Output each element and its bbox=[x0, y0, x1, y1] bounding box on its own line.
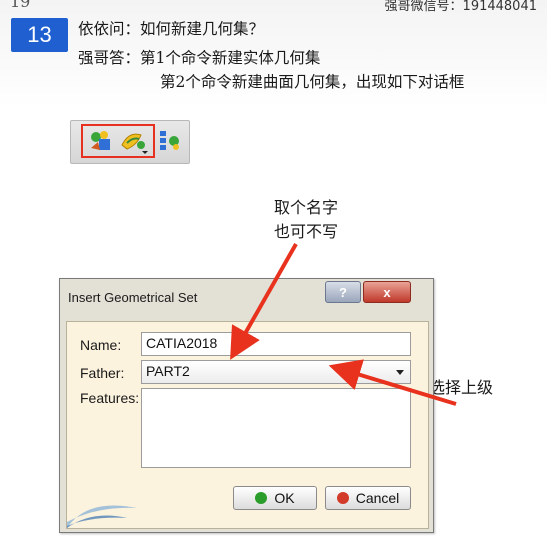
chevron-down-icon bbox=[396, 370, 404, 375]
features-list[interactable] bbox=[141, 388, 411, 468]
cancel-label: Cancel bbox=[355, 490, 400, 506]
ok-icon bbox=[255, 492, 268, 504]
question-text: 依依问：如何新建几何集？ bbox=[78, 20, 265, 38]
answer-line-1: 强哥答：第1个命令新建实体几何集 bbox=[78, 49, 321, 67]
father-dropdown[interactable]: PART2 bbox=[141, 360, 411, 384]
top-mark: 19 bbox=[10, 0, 31, 11]
geometrical-set-button[interactable] bbox=[86, 126, 116, 156]
header-band: 19 强哥微信号：191448041 13 依依问：如何新建几何集？ 强哥答：第… bbox=[0, 0, 547, 108]
dialog-body: Name: CATIA2018 Father: PART2 Features: … bbox=[66, 321, 429, 529]
father-note: 选择上级 bbox=[429, 378, 494, 397]
help-button[interactable]: ? bbox=[325, 281, 361, 303]
ordered-geometrical-set-button[interactable] bbox=[119, 126, 149, 156]
father-value: PART2 bbox=[146, 363, 190, 379]
name-field[interactable]: CATIA2018 bbox=[141, 332, 411, 356]
wechat-id: 强哥微信号：191448041 bbox=[384, 0, 537, 14]
ordered-geometrical-set-icon bbox=[121, 133, 148, 154]
cancel-button[interactable]: Cancel bbox=[325, 486, 411, 510]
number-badge: 13 bbox=[11, 18, 68, 52]
dialog-title: Insert Geometrical Set bbox=[68, 290, 198, 305]
geometrical-set-variant-button[interactable] bbox=[155, 126, 185, 156]
geometrical-set-variant-icon bbox=[160, 131, 179, 150]
name-note-line-1: 取个名字 bbox=[274, 198, 339, 217]
father-label: Father: bbox=[80, 365, 125, 381]
name-label: Name: bbox=[80, 337, 122, 353]
ok-label: OK bbox=[274, 490, 295, 506]
cancel-icon bbox=[336, 492, 349, 504]
insert-geometrical-set-dialog: Insert Geometrical Set ? x Name: CATIA20… bbox=[59, 278, 434, 533]
ok-button[interactable]: OK bbox=[233, 486, 317, 510]
features-label: Features: bbox=[80, 390, 140, 406]
answer-line-2: 第2个命令新建曲面几何集，出现如下对话框 bbox=[160, 73, 465, 91]
geometrical-set-toolbar bbox=[70, 120, 190, 164]
catia-swoosh-logo bbox=[67, 505, 137, 528]
close-button[interactable]: x bbox=[363, 281, 411, 303]
geometrical-set-icon bbox=[91, 131, 110, 150]
name-note-line-2: 也可不写 bbox=[274, 222, 339, 241]
